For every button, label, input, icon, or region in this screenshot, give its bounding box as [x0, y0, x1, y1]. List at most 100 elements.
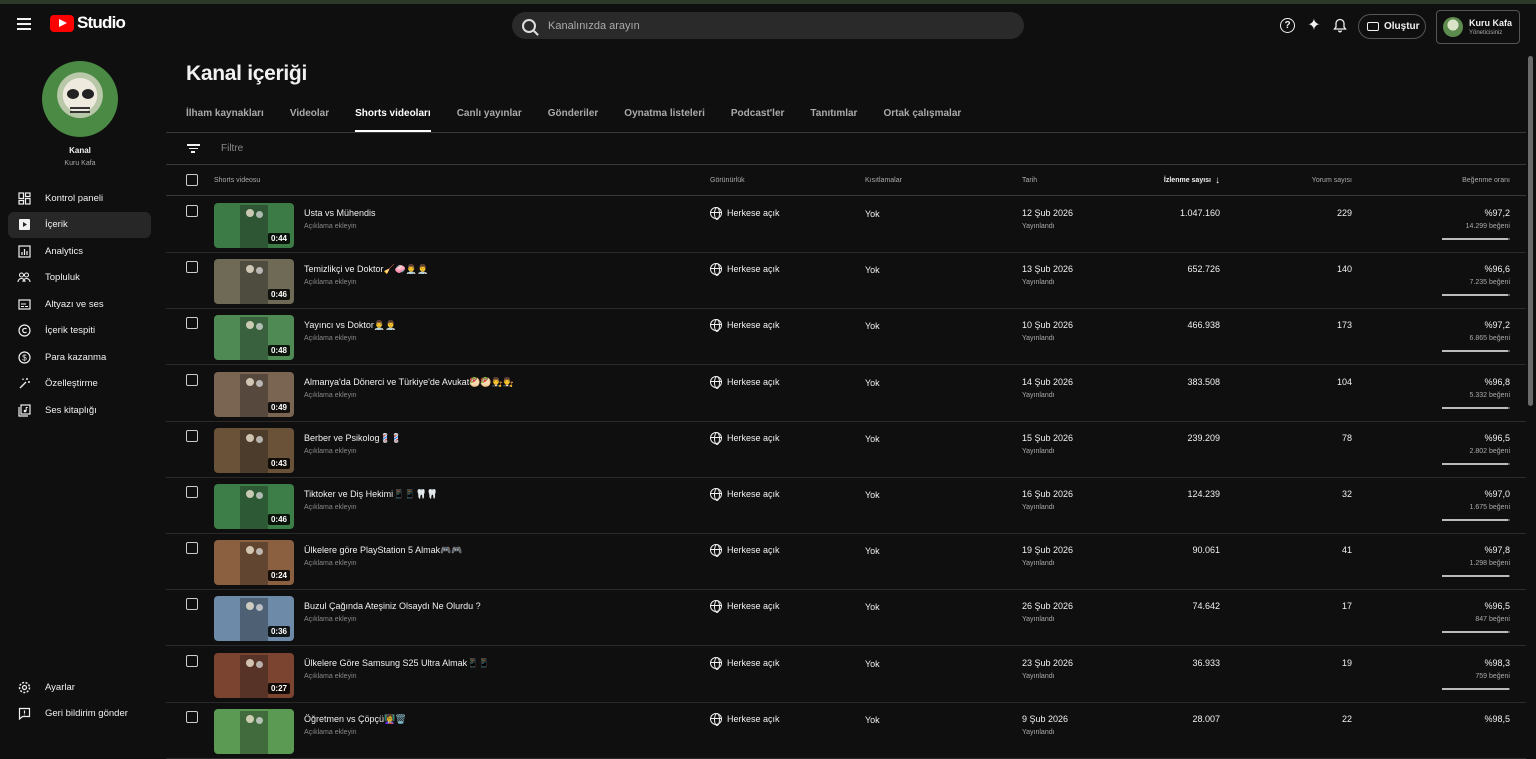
video-title[interactable]: Öğretmen vs Çöpçü👩‍🏫🗑️ — [304, 714, 406, 725]
video-thumbnail[interactable]: 0:49 — [214, 371, 294, 417]
help-icon[interactable]: ? — [1280, 18, 1295, 33]
sidebar-item-content[interactable]: İçerik — [8, 211, 151, 238]
table-row[interactable]: 0:24 Ülkelere göre PlayStation 5 Almak🎮🎮 A… — [166, 534, 1526, 591]
menu-icon[interactable] — [14, 15, 34, 35]
video-thumbnail[interactable]: 0:48 — [214, 315, 294, 361]
tab-videos[interactable]: Videolar — [290, 108, 329, 132]
video-description[interactable]: Açıklama ekleyin — [304, 223, 357, 230]
row-checkbox[interactable] — [186, 317, 198, 330]
video-title[interactable]: Usta vs Mühendis — [304, 208, 376, 218]
row-checkbox[interactable] — [186, 205, 198, 217]
tab-shorts[interactable]: Shorts videoları — [355, 108, 431, 132]
visibility-dropdown[interactable]: Herkese açık — [710, 263, 780, 277]
row-checkbox[interactable] — [186, 486, 198, 498]
col-visibility[interactable]: Görünürlük — [710, 177, 745, 184]
sparkle-icon[interactable]: ✦ — [1305, 16, 1323, 34]
sidebar-item-customization[interactable]: Özelleştirme — [8, 371, 151, 398]
video-description[interactable]: Açıklama ekleyin — [304, 560, 357, 567]
video-description[interactable]: Açıklama ekleyin — [304, 673, 357, 680]
video-description[interactable]: Açıklama ekleyin — [304, 279, 357, 286]
video-thumbnail[interactable]: 0:46 — [214, 484, 294, 529]
tab-posts[interactable]: Gönderiler — [548, 108, 599, 132]
sidebar-item-analytics[interactable]: Analytics — [8, 238, 151, 265]
tab-promotions[interactable]: Tanıtımlar — [810, 108, 857, 132]
table-row[interactable]: 0:49 Almanya'da Dönerci ve Türkiye'de Avu… — [166, 366, 1526, 422]
sidebar-item-audio-library[interactable]: Ses kitaplığı — [8, 397, 151, 424]
video-thumbnail[interactable]: 0:27 — [214, 652, 294, 698]
table-row[interactable]: 0:43 Berber ve Psikolog💈💈 Açıklama ekleyin… — [166, 422, 1526, 478]
row-checkbox[interactable] — [186, 261, 198, 274]
video-thumbnail[interactable]: 0:43 — [214, 427, 294, 473]
table-row[interactable]: 0:46 Temizlikçi ve Doktor🧹🧼👨‍⚕️👨‍⚕️ Açıkla… — [166, 253, 1526, 310]
video-title[interactable]: Ülkelere Göre Samsung S25 Ultra Almak📱📱 — [304, 658, 489, 669]
video-thumbnail[interactable]: 0:24 — [214, 540, 294, 586]
tab-playlists[interactable]: Oynatma listeleri — [624, 108, 705, 132]
filter-icon[interactable] — [186, 142, 200, 155]
video-description[interactable]: Açıklama ekleyin — [304, 448, 357, 455]
visibility-dropdown[interactable]: Herkese açık — [710, 488, 780, 501]
channel-avatar[interactable] — [42, 61, 118, 137]
col-likes[interactable]: Beğenme oranı — [1462, 177, 1510, 184]
video-thumbnail[interactable]: 0:46 — [214, 259, 294, 305]
visibility-dropdown[interactable]: Herkese açık — [710, 207, 780, 220]
sidebar-item-feedback[interactable]: Geri bildirim gönder — [8, 701, 151, 728]
create-button[interactable]: Oluştur — [1358, 14, 1426, 39]
video-thumbnail[interactable]: 0:36 — [214, 596, 294, 642]
visibility-dropdown[interactable]: Herkese açık — [710, 656, 780, 670]
table-row[interactable]: 0:48 Yayıncı vs Doktor👨‍⚕️👨‍⚕️ Açıklama ek… — [166, 309, 1526, 366]
video-description[interactable]: Açıklama ekleyin — [304, 729, 357, 736]
video-title[interactable]: Temizlikçi ve Doktor🧹🧼👨‍⚕️👨‍⚕️ — [304, 264, 428, 275]
col-restrictions[interactable]: Kısıtlamalar — [865, 177, 902, 184]
table-row[interactable]: 0:46 Tiktoker ve Diş Hekimi📱📱🦷🦷 Açıklama e… — [166, 478, 1526, 534]
col-views[interactable]: İzlenme sayısı ↓ — [1164, 175, 1220, 186]
table-row[interactable]: 0:27 Ülkelere Göre Samsung S25 Ultra Alma… — [166, 647, 1526, 703]
visibility-dropdown[interactable]: Herkese açık — [710, 600, 780, 614]
tab-podcasts[interactable]: Podcast'ler — [731, 108, 785, 132]
col-date[interactable]: Tarih — [1022, 177, 1037, 184]
select-all-checkbox[interactable] — [186, 174, 198, 186]
tab-live[interactable]: Canlı yayınlar — [457, 108, 522, 132]
row-checkbox[interactable] — [186, 598, 198, 611]
sidebar-item-monetization[interactable]: $ Para kazanma — [8, 344, 151, 371]
row-checkbox[interactable] — [186, 429, 198, 442]
page-scrollbar[interactable] — [1528, 56, 1533, 406]
video-description[interactable]: Açıklama ekleyin — [304, 392, 357, 399]
video-title[interactable]: Buzul Çağında Ateşiniz Olsaydı Ne Olurdu… — [304, 601, 481, 611]
sidebar-item-copyright[interactable]: İçerik tespiti — [8, 318, 151, 345]
table-row[interactable]: 0:36 Buzul Çağında Ateşiniz Olsaydı Ne Ol… — [166, 590, 1526, 647]
row-checkbox[interactable] — [186, 654, 198, 667]
video-description[interactable]: Açıklama ekleyin — [304, 616, 357, 623]
bell-icon[interactable] — [1331, 16, 1349, 34]
sidebar-item-subtitles[interactable]: Altyazı ve ses — [8, 291, 151, 318]
row-checkbox[interactable] — [186, 542, 198, 555]
video-title[interactable]: Yayıncı vs Doktor👨‍⚕️👨‍⚕️ — [304, 320, 396, 331]
tab-collaborations[interactable]: Ortak çalışmalar — [883, 108, 961, 132]
row-checkbox[interactable] — [186, 373, 198, 386]
sidebar-item-settings[interactable]: Ayarlar — [8, 674, 151, 701]
visibility-dropdown[interactable]: Herkese açık — [710, 431, 780, 445]
channel-search-box[interactable] — [512, 12, 1024, 39]
visibility-dropdown[interactable]: Herkese açık — [710, 712, 780, 726]
video-title[interactable]: Berber ve Psikolog💈💈 — [304, 433, 402, 444]
video-title[interactable]: Tiktoker ve Diş Hekimi📱📱🦷🦷 — [304, 489, 438, 500]
video-title[interactable]: Ülkelere göre PlayStation 5 Almak🎮🎮 — [304, 545, 462, 556]
row-checkbox[interactable] — [186, 710, 198, 723]
visibility-dropdown[interactable]: Herkese açık — [710, 319, 780, 333]
search-input[interactable] — [548, 19, 988, 32]
col-video[interactable]: Shorts videosu — [214, 177, 260, 184]
video-thumbnail[interactable] — [214, 708, 294, 754]
account-switcher[interactable]: Kuru Kafa Yöneticisiniz — [1436, 10, 1520, 44]
col-comments[interactable]: Yorum sayısı — [1312, 177, 1352, 184]
table-row[interactable]: Öğretmen vs Çöpçü👩‍🏫🗑️ Açıklama ekleyin He… — [166, 703, 1526, 759]
video-description[interactable]: Açıklama ekleyin — [304, 335, 357, 342]
video-title[interactable]: Almanya'da Dönerci ve Türkiye'de Avukat🥙… — [304, 377, 514, 388]
sidebar-item-dashboard[interactable]: Kontrol paneli — [8, 185, 151, 212]
video-description[interactable]: Açıklama ekleyin — [304, 504, 357, 511]
sidebar-item-community[interactable]: Topluluk — [8, 265, 151, 292]
visibility-dropdown[interactable]: Herkese açık — [710, 544, 780, 558]
video-thumbnail[interactable]: 0:44 — [214, 203, 294, 248]
tab-inspiration[interactable]: İlham kaynakları — [186, 108, 264, 132]
table-row[interactable]: 0:44 Usta vs Mühendis Açıklama ekleyin Herk… — [166, 197, 1526, 253]
visibility-dropdown[interactable]: Herkese açık — [710, 375, 780, 389]
studio-logo[interactable]: Studio — [50, 13, 126, 33]
